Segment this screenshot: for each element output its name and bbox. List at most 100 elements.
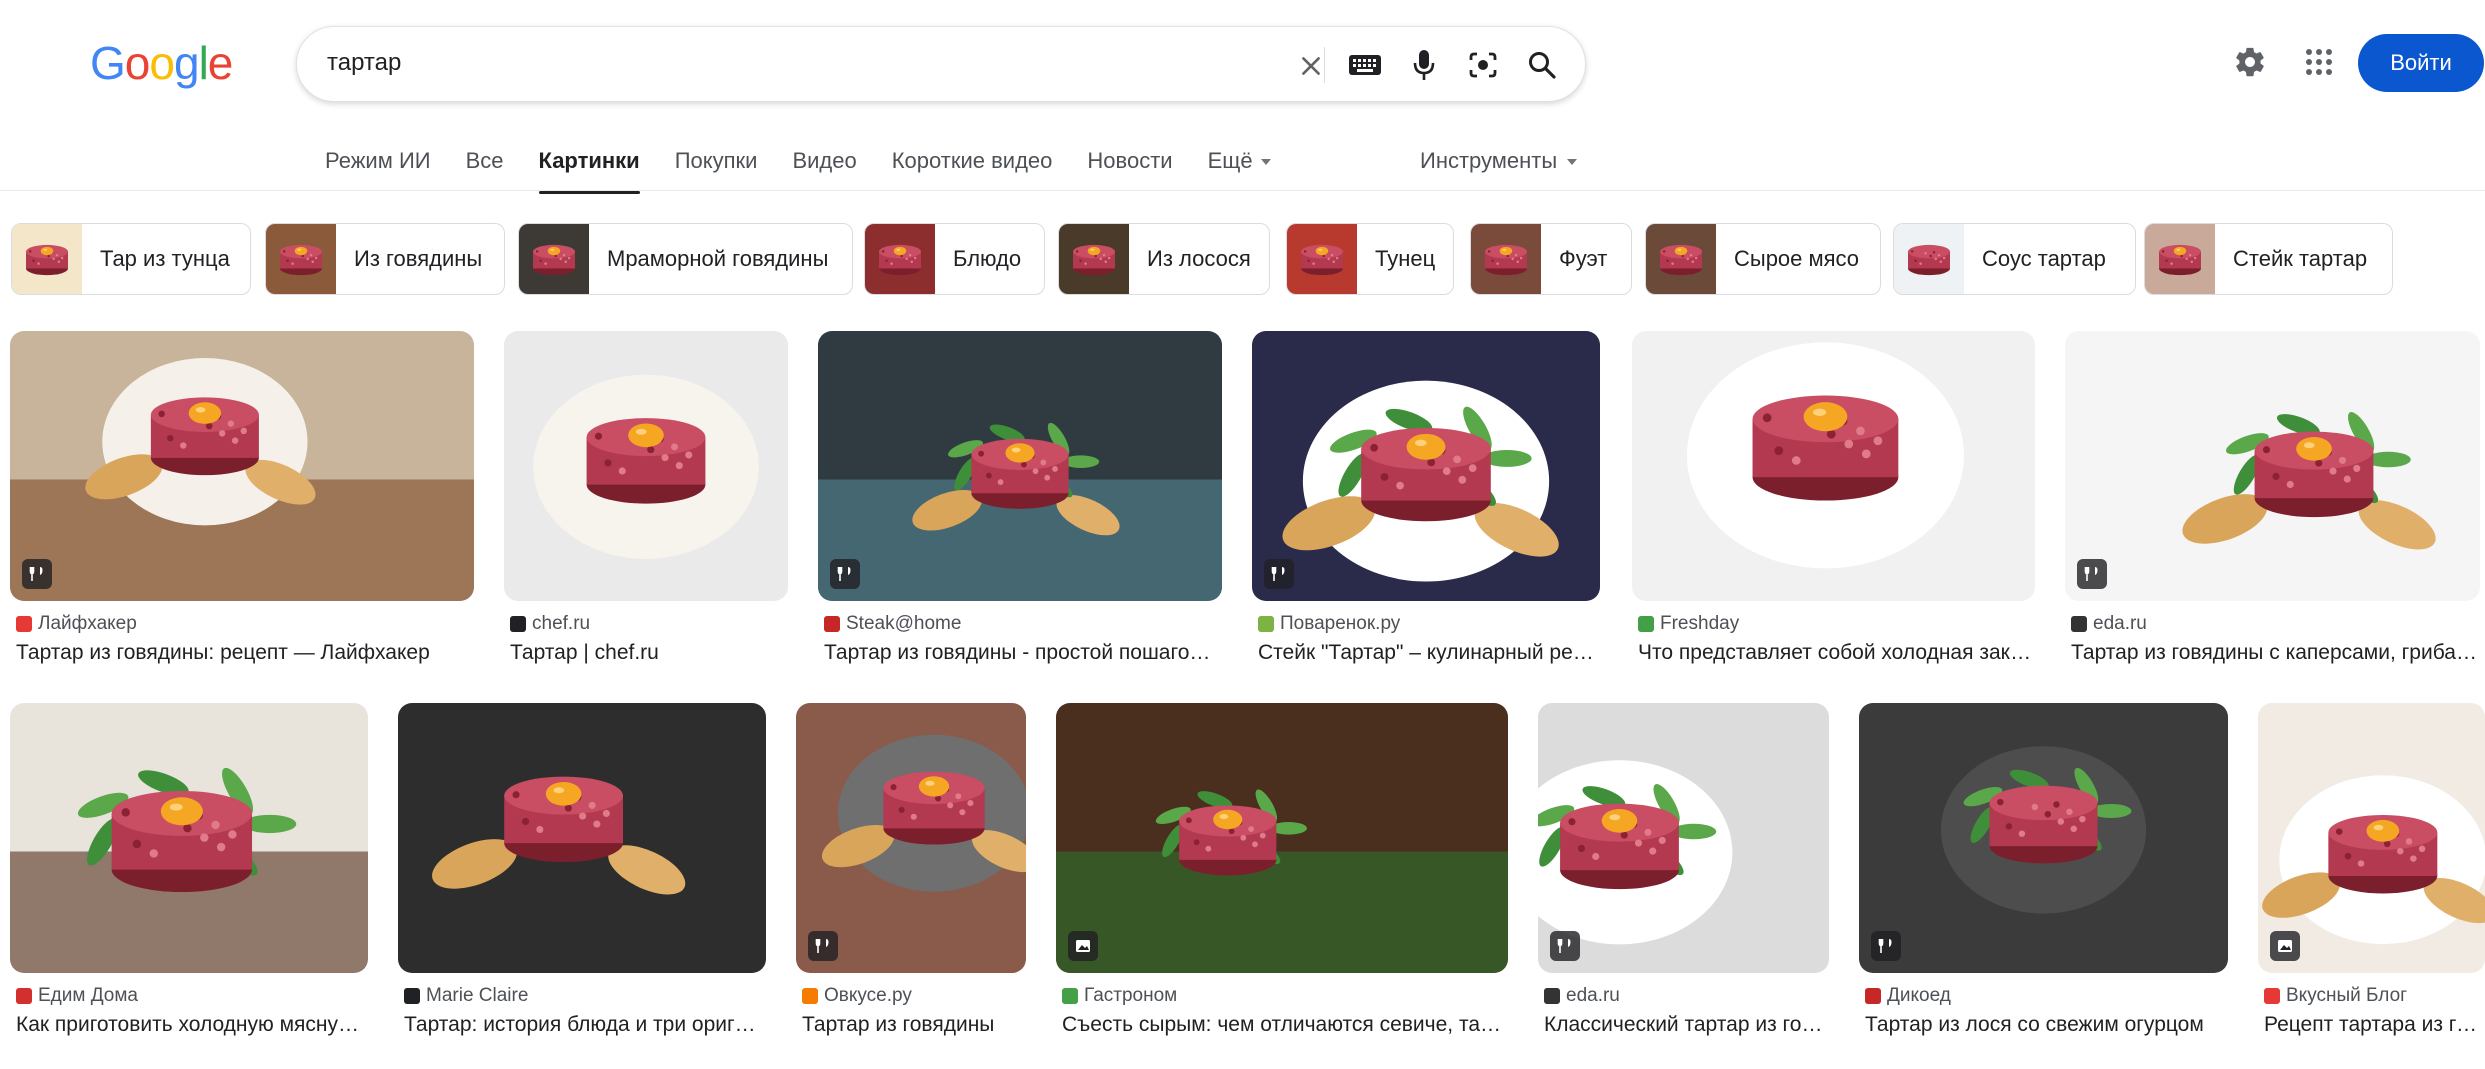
result-title[interactable]: Тартар из говядины bbox=[802, 1013, 1024, 1037]
result-image[interactable] bbox=[1859, 703, 2228, 973]
result-image[interactable] bbox=[1252, 331, 1600, 601]
refinement-chip[interactable]: Блюдо bbox=[864, 223, 1045, 295]
result-source[interactable]: Вкусный Блог bbox=[2264, 984, 2407, 1008]
image-result-card[interactable]: Лайфхакер Тартар из говядины: рецепт — Ла… bbox=[10, 331, 474, 701]
result-image[interactable] bbox=[504, 331, 788, 601]
image-result-card[interactable]: Marie Claire Тартар: история блюда и три … bbox=[398, 703, 766, 1069]
tab-shopping[interactable]: Покупки bbox=[675, 148, 758, 192]
result-source[interactable]: Гастроном bbox=[1062, 984, 1177, 1008]
result-source[interactable]: Steak@home bbox=[824, 612, 961, 636]
result-source[interactable]: Дикоед bbox=[1865, 984, 1951, 1008]
result-image[interactable] bbox=[10, 331, 474, 601]
source-name: Гастроном bbox=[1084, 985, 1178, 1006]
result-title[interactable]: Тартар: история блюда и три оригинальных… bbox=[404, 1013, 764, 1037]
chip-label: Блюдо bbox=[953, 246, 1022, 271]
image-result-card[interactable]: chef.ru Тартар | chef.ru bbox=[504, 331, 788, 701]
apps-grid-icon[interactable] bbox=[2301, 44, 2337, 80]
result-title[interactable]: Тартар из лося со свежим огурцом bbox=[1865, 1013, 2226, 1037]
image-result-card[interactable]: Едим Дома Как приготовить холодную мясную… bbox=[10, 703, 368, 1069]
image-result-card[interactable]: Поваренок.ру Стейк "Тартар" – кулинарный … bbox=[1252, 331, 1600, 701]
site-favicon-icon bbox=[1258, 616, 1274, 632]
chip-thumbnail bbox=[1287, 224, 1357, 294]
microphone-icon[interactable] bbox=[1405, 46, 1443, 84]
source-name: eda.ru bbox=[2093, 613, 2147, 634]
result-source[interactable]: Овкусе.ру bbox=[802, 984, 912, 1008]
result-title[interactable]: Тартар из говядины с каперсами, грибами bbox=[2071, 641, 2478, 665]
result-source[interactable]: chef.ru bbox=[510, 612, 590, 636]
refinement-chip[interactable]: Из лосося bbox=[1058, 223, 1270, 295]
source-name: Steak@home bbox=[846, 613, 962, 634]
result-title[interactable]: Тартар из говядины: рецепт — Лайфхакер bbox=[16, 641, 472, 665]
result-source[interactable]: Поваренок.ру bbox=[1258, 612, 1400, 636]
result-title[interactable]: Тартар | chef.ru bbox=[510, 641, 786, 665]
refinement-chip[interactable]: Сырое мясо bbox=[1645, 223, 1881, 295]
result-title[interactable]: Классический тартар из говядины bbox=[1544, 1013, 1827, 1037]
result-image[interactable] bbox=[796, 703, 1026, 973]
site-favicon-icon bbox=[1062, 988, 1078, 1004]
result-title[interactable]: Стейк "Тартар" – кулинарный рецепт bbox=[1258, 641, 1598, 665]
result-image[interactable] bbox=[1538, 703, 1829, 973]
result-title[interactable]: Рецепт тартара из говядины bbox=[2264, 1013, 2483, 1037]
site-favicon-icon bbox=[510, 616, 526, 632]
image-result-card[interactable]: Гастроном Съесть сырым: чем отличаются се… bbox=[1056, 703, 1508, 1069]
lens-camera-icon[interactable] bbox=[1464, 46, 1502, 84]
site-favicon-icon bbox=[1865, 988, 1881, 1004]
result-source[interactable]: eda.ru bbox=[1544, 984, 1620, 1008]
result-source[interactable]: Freshday bbox=[1638, 612, 1739, 636]
refinement-chip[interactable]: Стейк тартар bbox=[2144, 223, 2393, 295]
tools-button[interactable]: Инструменты bbox=[1420, 148, 1578, 174]
result-image[interactable] bbox=[1056, 703, 1508, 973]
signin-button[interactable]: Войти bbox=[2358, 34, 2484, 92]
result-source[interactable]: Едим Дома bbox=[16, 984, 138, 1008]
result-image[interactable] bbox=[2258, 703, 2485, 973]
recipe-badge-icon bbox=[808, 931, 838, 961]
source-name: Вкусный Блог bbox=[2286, 985, 2408, 1006]
result-source[interactable]: Marie Claire bbox=[404, 984, 528, 1008]
result-title[interactable]: Тартар из говядины - простой пошаговый р… bbox=[824, 641, 1220, 665]
tab-images[interactable]: Картинки bbox=[538, 148, 640, 194]
site-favicon-icon bbox=[16, 616, 32, 632]
refinement-chip[interactable]: Тар из тунца bbox=[11, 223, 251, 295]
result-source[interactable]: eda.ru bbox=[2071, 612, 2147, 636]
search-box[interactable]: тартар bbox=[296, 26, 1586, 102]
tab-news[interactable]: Новости bbox=[1087, 148, 1172, 192]
chip-label: Сырое мясо bbox=[1734, 246, 1860, 271]
result-image[interactable] bbox=[398, 703, 766, 973]
search-divider bbox=[1324, 47, 1325, 83]
result-image[interactable] bbox=[10, 703, 368, 973]
image-result-card[interactable]: Овкусе.ру Тартар из говядины bbox=[796, 703, 1026, 1069]
chip-label: Соус тартар bbox=[1982, 246, 2106, 271]
result-source[interactable]: Лайфхакер bbox=[16, 612, 137, 636]
result-title[interactable]: Съесть сырым: чем отличаются севиче, тар… bbox=[1062, 1013, 1506, 1037]
search-icon[interactable] bbox=[1523, 46, 1561, 84]
tab-video[interactable]: Видео bbox=[792, 148, 856, 192]
result-image[interactable] bbox=[2065, 331, 2480, 601]
image-result-card[interactable]: eda.ru Классический тартар из говядины bbox=[1538, 703, 1829, 1069]
refinement-chip[interactable]: Тунец bbox=[1286, 223, 1454, 295]
refinement-chip[interactable]: Из говядины bbox=[265, 223, 505, 295]
image-result-card[interactable]: eda.ru Тартар из говядины с каперсами, гр… bbox=[2065, 331, 2480, 701]
image-result-card[interactable]: Freshday Что представляет собой холодная … bbox=[1632, 331, 2035, 701]
refinement-chip[interactable]: Соус тартар bbox=[1893, 223, 2136, 295]
tab-short-videos[interactable]: Короткие видео bbox=[892, 148, 1053, 192]
google-logo[interactable]: Google bbox=[90, 36, 233, 90]
image-result-card[interactable]: Дикоед Тартар из лося со свежим огурцом bbox=[1859, 703, 2228, 1069]
search-input[interactable]: тартар bbox=[327, 49, 401, 77]
caret-down-icon bbox=[1260, 159, 1271, 166]
settings-gear-icon[interactable] bbox=[2230, 42, 2270, 82]
image-result-card[interactable]: Вкусный Блог Рецепт тартара из говядины bbox=[2258, 703, 2485, 1069]
tab-ai-mode[interactable]: Режим ИИ bbox=[325, 148, 431, 192]
chip-label: Из говядины bbox=[354, 246, 483, 271]
site-favicon-icon bbox=[2071, 616, 2087, 632]
tab-more[interactable]: Ещё bbox=[1208, 148, 1271, 192]
chip-thumbnail bbox=[12, 224, 82, 294]
keyboard-icon[interactable] bbox=[1346, 46, 1384, 84]
result-title[interactable]: Что представляет собой холодная закуска … bbox=[1638, 641, 2033, 665]
result-image[interactable] bbox=[1632, 331, 2035, 601]
image-result-card[interactable]: Steak@home Тартар из говядины - простой п… bbox=[818, 331, 1222, 701]
result-image[interactable] bbox=[818, 331, 1222, 601]
refinement-chip[interactable]: Мраморной говядины bbox=[518, 223, 853, 295]
tab-all[interactable]: Все bbox=[466, 148, 504, 192]
result-title[interactable]: Как приготовить холодную мясную закуску bbox=[16, 1013, 366, 1037]
refinement-chip[interactable]: Фуэт bbox=[1470, 223, 1632, 295]
